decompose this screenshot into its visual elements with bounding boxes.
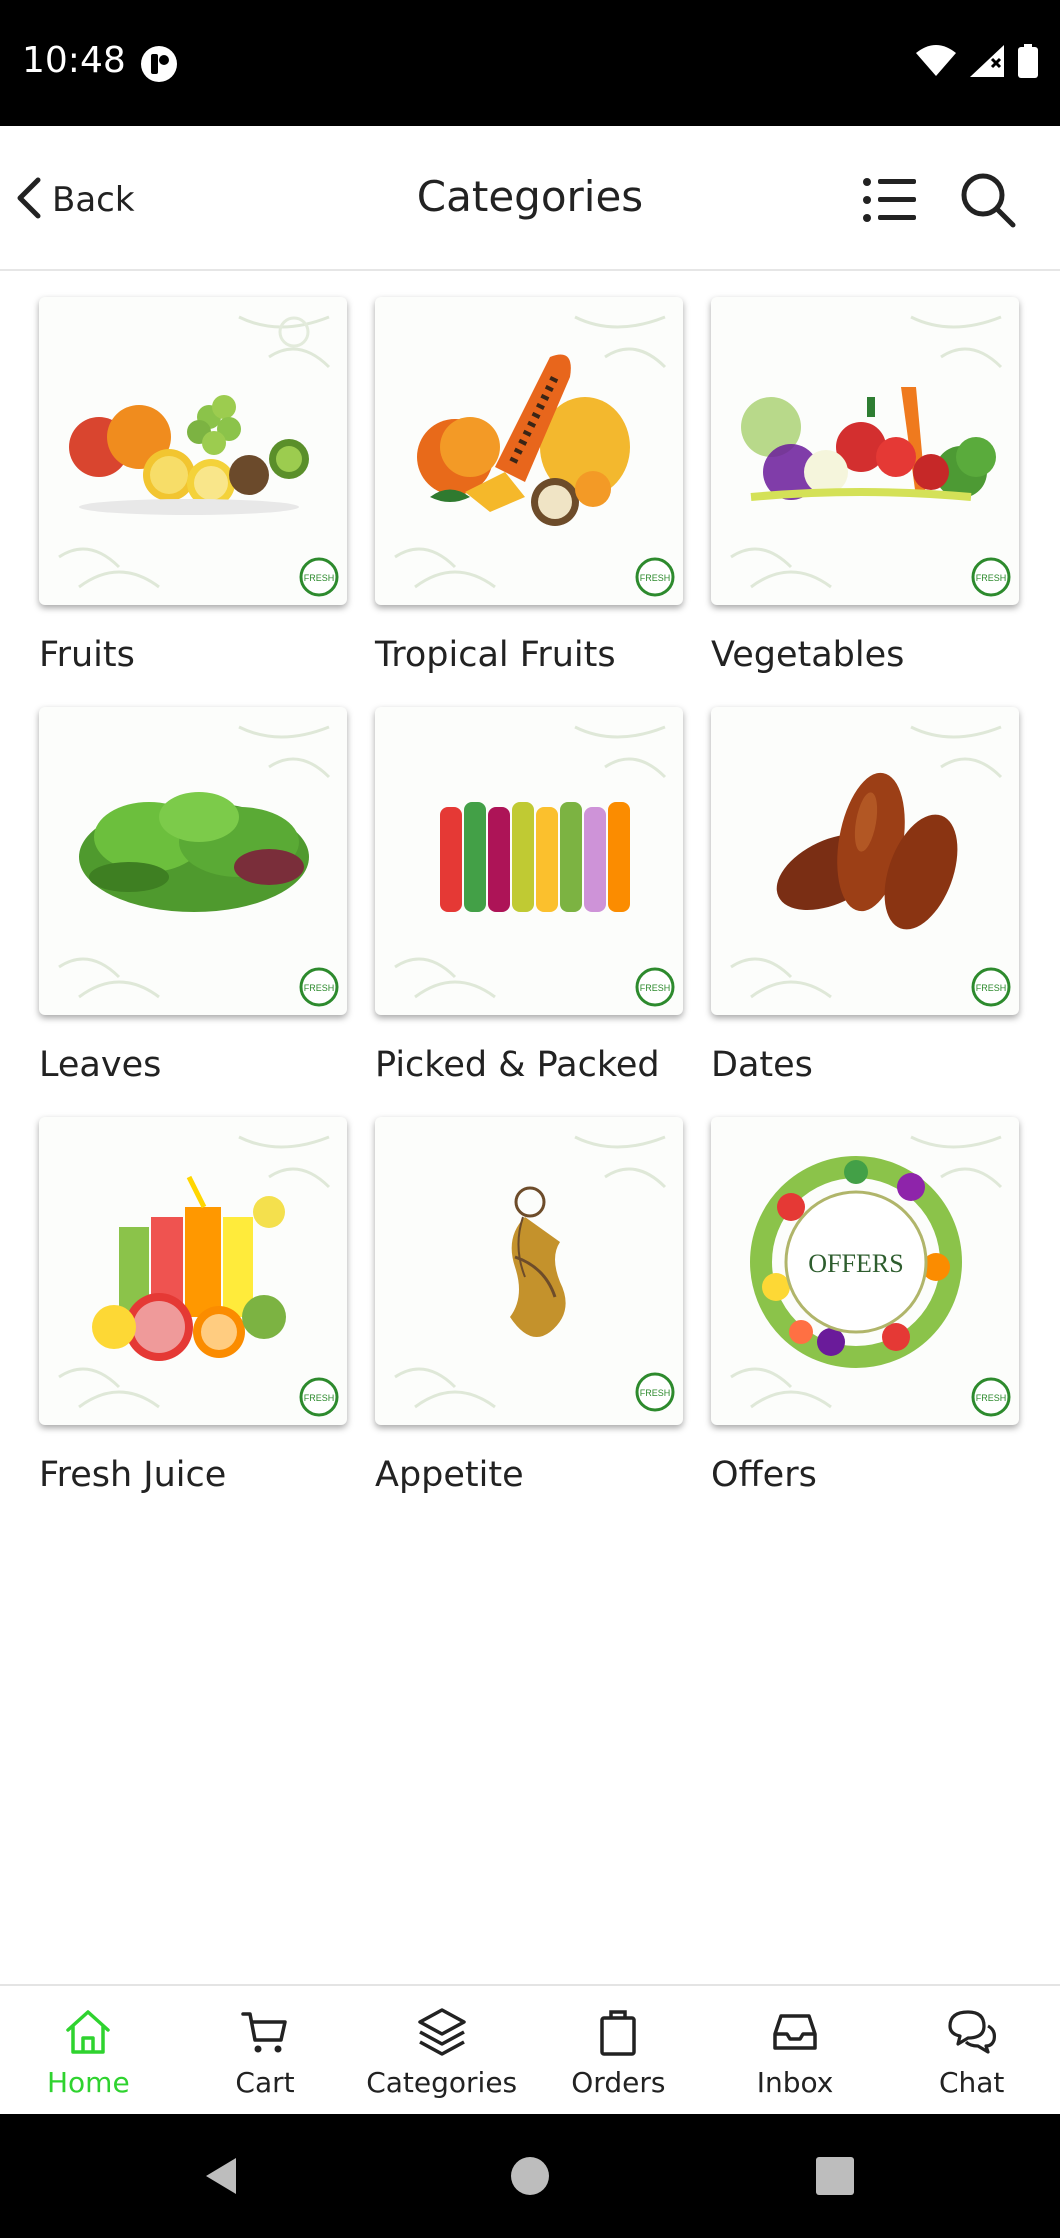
layers-icon: [414, 2004, 470, 2060]
appetite-image: FRESH: [375, 1117, 683, 1425]
fresh-juice-image: FRESH: [39, 1117, 347, 1425]
system-nav-bar: [0, 2114, 1060, 2238]
cart-icon: [237, 2004, 293, 2060]
status-time: 10:48: [22, 40, 126, 81]
category-card-picked-packed[interactable]: FRESH Picked & Packed: [375, 707, 683, 1117]
fresh-badge: FRESH: [976, 1393, 1007, 1403]
fresh-badge: FRESH: [304, 983, 335, 993]
home-icon: [60, 2004, 116, 2060]
triangle-back-icon: [206, 2158, 236, 2194]
fruits-image: FRESH: [39, 297, 347, 605]
nav-item-chat[interactable]: Chat: [883, 1986, 1060, 2114]
dates-image: FRESH: [711, 707, 1019, 1015]
category-label: Picked & Packed: [375, 1045, 660, 1085]
chat-icon: [944, 2004, 1000, 2060]
fresh-badge: FRESH: [640, 1388, 671, 1398]
fresh-badge: FRESH: [304, 1393, 335, 1403]
offers-image: OFFERS FRESH: [711, 1117, 1019, 1425]
nav-label: Orders: [571, 2066, 666, 2099]
fresh-badge: FRESH: [304, 573, 335, 583]
bag-icon: [590, 2004, 646, 2060]
signal-icon: [970, 45, 1004, 82]
category-label: Leaves: [39, 1045, 162, 1085]
fresh-badge: FRESH: [640, 983, 671, 993]
category-label: Dates: [711, 1045, 813, 1085]
category-label: Appetite: [375, 1455, 524, 1495]
category-label: Fresh Juice: [39, 1455, 227, 1495]
search-icon: [958, 173, 1018, 234]
category-label: Offers: [711, 1455, 817, 1495]
nav-item-home[interactable]: Home: [0, 1986, 177, 2114]
offers-badge-text: OFFERS: [808, 1249, 903, 1278]
nav-label: Inbox: [756, 2066, 834, 2099]
nav-label: Categories: [366, 2066, 518, 2099]
vegetables-image: FRESH: [711, 297, 1019, 605]
list-icon: [862, 178, 918, 232]
leaves-image: FRESH: [39, 707, 347, 1015]
category-card-appetite[interactable]: FRESH Appetite: [375, 1117, 683, 1527]
category-card-vegetables[interactable]: FRESH Vegetables: [711, 297, 1019, 707]
list-view-button[interactable]: [862, 172, 918, 228]
category-label: Vegetables: [711, 635, 905, 675]
category-card-fresh-juice[interactable]: FRESH Fresh Juice: [39, 1117, 347, 1527]
tropical-fruits-image: FRESH: [375, 297, 683, 605]
system-back-button[interactable]: [200, 2154, 244, 2203]
inbox-icon: [767, 2004, 823, 2060]
fresh-badge: FRESH: [976, 573, 1007, 583]
app-notification-icon: [140, 45, 178, 88]
category-label: Tropical Fruits: [375, 635, 616, 675]
picked-packed-image: FRESH: [375, 707, 683, 1015]
nav-item-orders[interactable]: Orders: [530, 1986, 707, 2114]
fresh-badge: FRESH: [976, 983, 1007, 993]
wifi-icon: [916, 45, 956, 82]
system-home-button[interactable]: [508, 2154, 552, 2203]
search-button[interactable]: [958, 170, 1018, 230]
nav-label: Chat: [938, 2066, 1005, 2099]
nav-label: Home: [46, 2066, 130, 2099]
category-card-leaves[interactable]: FRESH Leaves: [39, 707, 347, 1117]
battery-icon: [1018, 44, 1038, 83]
nav-item-cart[interactable]: Cart: [177, 1986, 354, 2114]
category-grid: FRESH Fruits FRESH Tropical Fruits FRESH…: [39, 297, 1019, 1527]
category-card-dates[interactable]: FRESH Dates: [711, 707, 1019, 1117]
fresh-badge: FRESH: [640, 573, 671, 583]
category-label: Fruits: [39, 635, 135, 675]
nav-label: Cart: [235, 2066, 295, 2099]
system-recents-button[interactable]: [813, 2154, 857, 2203]
bottom-nav: Home Cart Categories Orders Inbox Chat: [0, 1984, 1060, 2114]
nav-item-categories[interactable]: Categories: [353, 1986, 530, 2114]
category-card-fruits[interactable]: FRESH Fruits: [39, 297, 347, 707]
app-bar: Back Categories: [0, 126, 1060, 271]
category-card-offers[interactable]: OFFERS FRESH Offers: [711, 1117, 1019, 1527]
category-card-tropical-fruits[interactable]: FRESH Tropical Fruits: [375, 297, 683, 707]
status-indicators: [916, 44, 1038, 83]
nav-item-inbox[interactable]: Inbox: [707, 1986, 884, 2114]
status-bar: 10:48: [0, 0, 1060, 126]
circle-home-icon: [511, 2157, 549, 2195]
square-recents-icon: [816, 2157, 854, 2195]
